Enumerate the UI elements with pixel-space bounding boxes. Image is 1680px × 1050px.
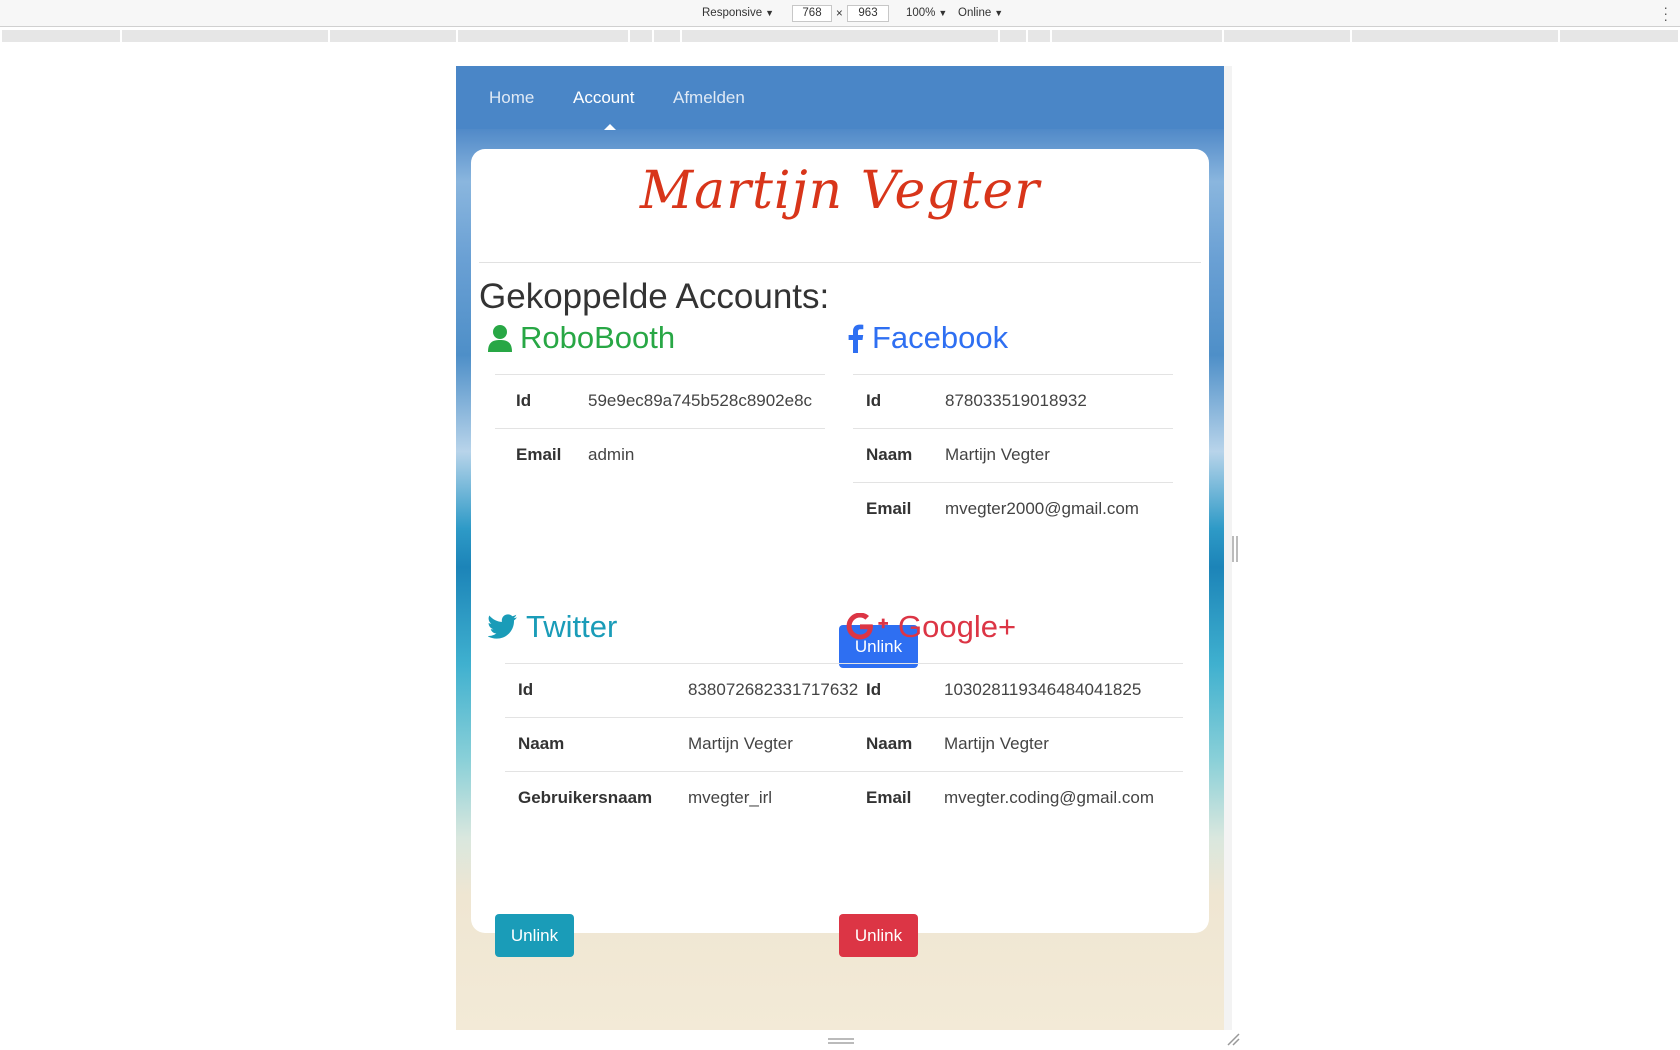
- row-value: 838072682331717632: [688, 680, 859, 699]
- row-value: 59e9ec89a745b528c8902e8c: [588, 391, 813, 410]
- account-card: Martijn Vegter Gekoppelde Accounts: Robo…: [471, 149, 1209, 957]
- table-row: Naam Martijn Vegter: [853, 428, 1173, 482]
- dropdown-arrow-icon: ▼: [994, 8, 1004, 18]
- device-select-label: Responsive: [702, 7, 763, 19]
- nav-account[interactable]: Account: [573, 88, 634, 108]
- resize-handle-right[interactable]: [1232, 536, 1238, 562]
- twitter-title: Twitter: [526, 609, 618, 644]
- row-value: Martijn Vegter: [945, 445, 1050, 464]
- resize-corner-icon[interactable]: [1226, 1032, 1240, 1046]
- row-key: Id: [518, 680, 534, 699]
- media-query-segment[interactable]: [330, 30, 456, 42]
- devtools-device-toolbar: Responsive ▼ 768 × 963 100% ▼ Online ▼ · · ·: [0, 0, 1680, 27]
- row-key: Email: [866, 788, 912, 807]
- google-plus-unlink-button[interactable]: Unlink: [839, 914, 918, 957]
- dropdown-arrow-icon: ▼: [765, 8, 775, 18]
- row-value: Martijn Vegter: [688, 734, 793, 753]
- row-value: mvegter_irl: [688, 788, 773, 807]
- row-key: Gebruikersnaam: [518, 788, 653, 807]
- row-value: mvegter.coding@gmail.com: [944, 788, 1155, 807]
- media-query-segment[interactable]: [122, 30, 328, 42]
- row-key: Naam: [866, 734, 913, 753]
- twitter-unlink-button[interactable]: Unlink: [495, 914, 574, 957]
- viewport-height-input[interactable]: 963: [847, 5, 889, 22]
- row-key: Email: [866, 499, 912, 518]
- table-row: Naam Martijn Vegter: [505, 717, 853, 771]
- row-value: 103028119346484041825: [944, 680, 1142, 699]
- row-key: Id: [516, 391, 532, 410]
- row-value: mvegter2000@gmail.com: [945, 499, 1139, 518]
- divider: [479, 262, 1201, 263]
- media-query-bar: [0, 27, 1680, 45]
- row-value: admin: [588, 445, 635, 464]
- resize-handle-bottom[interactable]: [828, 1038, 854, 1044]
- media-query-segment[interactable]: [1028, 30, 1050, 42]
- google-plus-title: Google+: [898, 609, 1017, 644]
- table-row: Email mvegter.coding@gmail.com: [853, 771, 1183, 825]
- active-nav-indicator: [604, 124, 616, 130]
- row-key: Id: [866, 680, 882, 699]
- network-throttle-select[interactable]: Online ▼: [958, 7, 1003, 19]
- viewport-width-input[interactable]: 768: [792, 5, 832, 22]
- row-key: Email: [516, 445, 562, 464]
- more-options-icon[interactable]: · · ·: [1663, 0, 1668, 26]
- media-query-segment[interactable]: [1560, 30, 1678, 42]
- emulated-viewport: Home Account Afmelden Martijn Vegter Gek…: [456, 66, 1224, 1030]
- robobooth-title: RoboBooth: [520, 320, 676, 355]
- media-query-segment[interactable]: [458, 30, 628, 42]
- zoom-select[interactable]: 100% ▼: [906, 7, 947, 19]
- table-row: Email mvegter2000@gmail.com: [853, 482, 1173, 536]
- table-row: Email admin: [495, 428, 825, 482]
- row-key: Naam: [866, 445, 913, 464]
- media-query-segment[interactable]: [682, 30, 998, 42]
- robobooth-heading: RoboBooth: [488, 320, 675, 356]
- row-value: 878033519018932: [945, 391, 1087, 410]
- media-query-segment[interactable]: [630, 30, 652, 42]
- media-query-segment[interactable]: [1000, 30, 1026, 42]
- dimension-separator: ×: [836, 8, 843, 20]
- user-icon: [488, 324, 512, 352]
- facebook-icon: [846, 323, 864, 353]
- viewport-edge: [1224, 66, 1232, 1030]
- network-select-label: Online: [958, 7, 992, 19]
- media-query-segment[interactable]: [1052, 30, 1222, 42]
- google-plus-icon: [846, 613, 890, 641]
- nav-home[interactable]: Home: [489, 88, 534, 108]
- media-query-segment[interactable]: [2, 30, 120, 42]
- media-query-segment[interactable]: [1224, 30, 1350, 42]
- row-key: Id: [866, 391, 882, 410]
- media-query-segment[interactable]: [1352, 30, 1558, 42]
- facebook-title: Facebook: [872, 320, 1009, 355]
- twitter-heading: Twitter: [488, 609, 617, 645]
- table-row: Id 59e9ec89a745b528c8902e8c: [495, 374, 825, 428]
- facebook-heading: Facebook: [846, 320, 1008, 356]
- navbar: Home Account Afmelden: [456, 66, 1224, 129]
- table-row: Naam Martijn Vegter: [853, 717, 1183, 771]
- table-row: Id 878033519018932: [853, 374, 1173, 428]
- page-title: Gekoppelde Accounts:: [479, 277, 830, 316]
- table-row: Id 838072682331717632: [505, 663, 858, 717]
- row-key: Naam: [518, 734, 565, 753]
- table-row: Gebruikersnaam mvegter_irl: [505, 771, 853, 825]
- dropdown-arrow-icon: ▼: [938, 8, 948, 18]
- row-value: Martijn Vegter: [944, 734, 1049, 753]
- zoom-select-label: 100%: [906, 7, 936, 19]
- media-query-segment[interactable]: [654, 30, 680, 42]
- twitter-icon: [488, 614, 518, 640]
- table-row: Id 103028119346484041825: [853, 663, 1183, 717]
- device-select[interactable]: Responsive ▼: [702, 7, 774, 19]
- nav-afmelden[interactable]: Afmelden: [673, 88, 745, 108]
- google-plus-heading: Google+: [846, 609, 1016, 645]
- brand-signature: Martijn Vegter: [639, 161, 1041, 221]
